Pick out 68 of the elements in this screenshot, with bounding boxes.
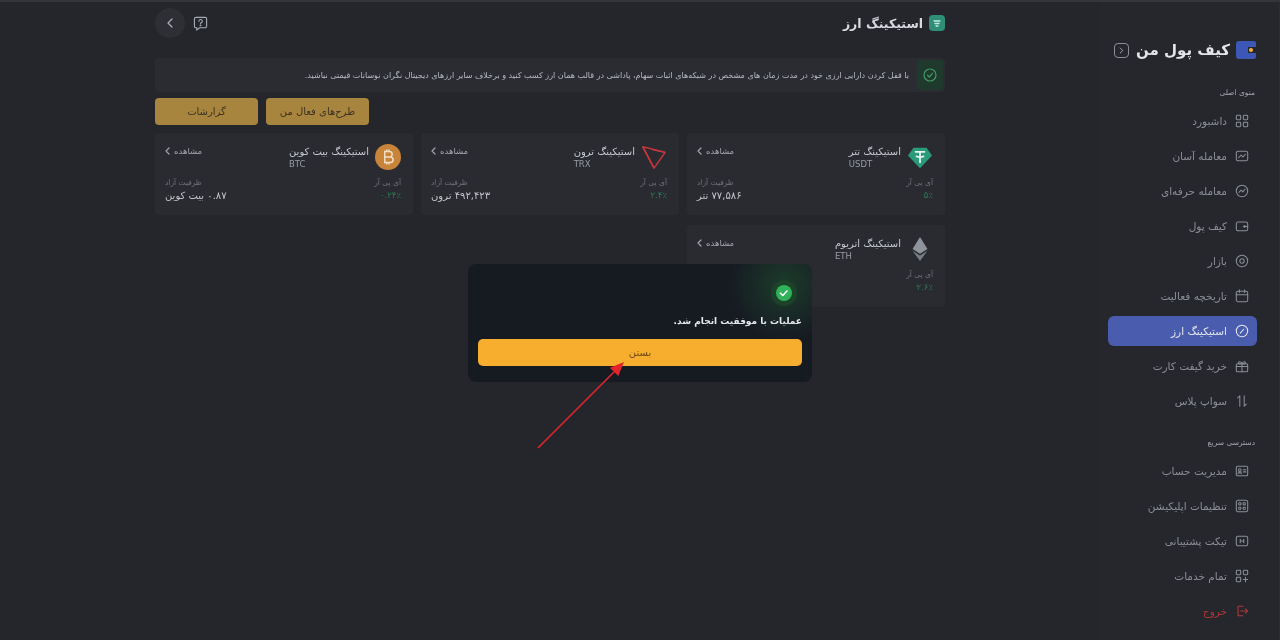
- apr-value: ۲.۴٪: [649, 190, 667, 200]
- nav-item[interactable]: تنظیمات اپلیکیشن: [1108, 491, 1257, 521]
- view-link[interactable]: مشاهده: [431, 144, 469, 156]
- apr-value: ۵٪: [922, 190, 933, 200]
- chart-circle-icon: [1235, 184, 1249, 198]
- capacity-value: ۰.۸۷ بیت کوین: [165, 190, 227, 201]
- chevron-icon: [165, 147, 170, 155]
- chevron-icon: [697, 147, 702, 155]
- b-coin-icon: [375, 144, 401, 170]
- apr-value: ۰.۲۴٪: [379, 190, 401, 200]
- nav-item[interactable]: تیکت پشتیبانی: [1108, 526, 1257, 556]
- capacity-value: ۴۹۲,۴۲۳ ترون: [431, 190, 491, 201]
- banner-text: با قفل کردن دارایی ارزی خود در مدت زمان های مشخص در شبکه‌های اثبات سهام، پاداشی در قالب همان ارز کسب کنید و برخلاف سایر ارزهای دیجیتال نگران نوسانات قیمتی نباشید.: [304, 70, 909, 80]
- swap-arrows-icon: [1235, 394, 1249, 408]
- chevron-icon: [697, 239, 702, 247]
- app-logo-icon: [1235, 39, 1257, 61]
- ticker-symbol: BTC: [289, 159, 307, 169]
- collapse-button[interactable]: [1114, 42, 1129, 58]
- nav-item[interactable]: بازار: [1108, 246, 1257, 276]
- chevron-icon: [431, 147, 436, 155]
- nav-item[interactable]: مدیریت حساب: [1108, 456, 1257, 486]
- capacity-value: ۷۷,۵۸۶ تتر: [697, 190, 742, 201]
- nav-item[interactable]: تمام خدمات: [1108, 561, 1257, 591]
- grid-plus-icon: [1235, 569, 1249, 583]
- logo-text: کیف پول من: [1136, 41, 1230, 59]
- ticket-icon: [1235, 534, 1249, 548]
- page-title: استیکینگ ارز: [842, 15, 923, 31]
- nav-item[interactable]: خرید گیفت کارت: [1108, 351, 1257, 381]
- chevron-icon: [167, 18, 173, 28]
- logout-icon: [1235, 604, 1249, 618]
- wallet-icon: [1235, 219, 1249, 233]
- close-button[interactable]: بستن: [478, 339, 802, 366]
- dots-grid-icon: [1235, 499, 1249, 513]
- back-button[interactable]: [155, 8, 185, 38]
- target-icon: [1235, 254, 1249, 268]
- triangle-logo-icon: [641, 144, 667, 170]
- ticker-symbol: TRX: [573, 159, 592, 169]
- nav-item[interactable]: معامله آسان: [1108, 141, 1257, 171]
- help-chat-icon[interactable]: [193, 15, 208, 31]
- success-check-icon: [771, 280, 797, 306]
- view-link[interactable]: مشاهده: [697, 236, 735, 248]
- gauge-icon: [1235, 324, 1249, 338]
- chevron-icon: [1119, 46, 1124, 54]
- apr-value: ۲.۶٪: [915, 282, 933, 292]
- dialog-message: عملیات با موفقیت انجام شد.: [673, 316, 802, 326]
- nav-item[interactable]: کیف پول: [1108, 211, 1257, 241]
- card-title: استیکینگ اتریوم: [834, 238, 901, 249]
- action-button[interactable]: گزارشات: [155, 98, 258, 125]
- ticker-symbol: USDT: [848, 159, 874, 169]
- gift-icon: [1235, 359, 1249, 373]
- nav-item[interactable]: تاریخچه فعالیت: [1108, 281, 1257, 311]
- id-card-icon: [1235, 464, 1249, 478]
- action-button[interactable]: طرح‌های فعال من: [266, 98, 369, 125]
- nav-item[interactable]: استیکینگ ارز: [1108, 316, 1257, 346]
- grid-icon: [1235, 114, 1249, 128]
- view-link[interactable]: مشاهده: [165, 144, 203, 156]
- nav-item[interactable]: خروج: [1108, 596, 1257, 626]
- nav-item[interactable]: سواپ پلاس: [1108, 386, 1257, 416]
- chart-icon: [1235, 149, 1249, 163]
- card-title: استیکینگ ترون: [573, 146, 635, 157]
- card-title: استیکینگ تتر: [848, 146, 901, 157]
- nav-item[interactable]: داشبورد: [1108, 106, 1257, 136]
- badge-icon: [929, 15, 945, 31]
- nav-item[interactable]: معامله حرفه‌ای: [1108, 176, 1257, 206]
- view-link[interactable]: مشاهده: [697, 144, 735, 156]
- ticker-symbol: ETH: [834, 251, 853, 261]
- card-title: استیکینگ بیت کوین: [289, 146, 369, 157]
- calendar-icon: [1235, 289, 1249, 303]
